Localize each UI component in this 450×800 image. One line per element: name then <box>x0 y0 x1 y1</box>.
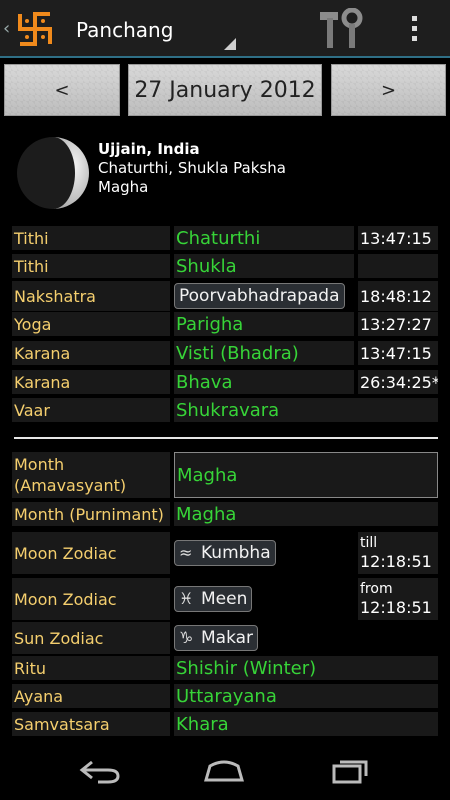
row-label: Karana <box>12 341 170 365</box>
row-label: Month (Amavasyant) <box>12 452 170 498</box>
table-row: Moon Zodiac ♓ Meen from 12:18:51 <box>12 578 438 620</box>
date-navigation: < 27 January 2012 > <box>0 64 450 116</box>
row-label: Nakshatra <box>12 281 170 311</box>
home-nav-icon[interactable] <box>202 756 246 786</box>
time-qualifier: till <box>360 535 378 551</box>
action-bar: ‹ Panchang <box>0 0 450 58</box>
tithi-summary: Chaturthi, Shukla Paksha <box>98 159 286 177</box>
row-value: Meen <box>201 589 248 609</box>
table-row: Tithi Chaturthi 13:47:15 <box>12 226 438 250</box>
table-row: Ritu Shishir (Winter) <box>12 656 438 680</box>
location-place: Ujjain, India <box>98 140 200 158</box>
row-label: Tithi <box>12 254 170 278</box>
date-title-button[interactable]: 27 January 2012 <box>128 64 322 116</box>
nakshatra-value-box[interactable]: Poorvabhadrapada <box>174 281 364 311</box>
row-value: Shishir (Winter) <box>174 656 438 680</box>
back-nav-icon[interactable] <box>78 756 122 786</box>
row-time: 26:34:25* <box>358 370 438 394</box>
table-row: Moon Zodiac ≈ Kumbha till 12:18:51 <box>12 532 438 574</box>
swastika-logo-icon[interactable] <box>16 10 54 48</box>
app-title[interactable]: Panchang <box>76 18 173 42</box>
table-row: Samvatsara Khara <box>12 712 438 736</box>
row-label: Ritu <box>12 656 170 680</box>
back-caret-icon[interactable]: ‹ <box>3 18 10 39</box>
table-row: Vaar Shukravara <box>12 398 438 422</box>
table-row: Month (Purnimant) Magha <box>12 502 438 526</box>
row-value: Chaturthi <box>174 226 354 250</box>
table-row: Yoga Parigha 13:27:27 <box>12 312 438 336</box>
sun-zodiac-chip[interactable]: ♑ Makar <box>174 625 259 651</box>
table-row: Tithi Shukla <box>12 254 438 278</box>
recent-apps-icon[interactable] <box>330 756 374 786</box>
spinner-indicator-icon[interactable] <box>224 38 236 50</box>
tools-icon[interactable] <box>316 8 364 52</box>
section-divider <box>14 437 438 439</box>
row-value[interactable]: Poorvabhadrapada <box>174 283 345 309</box>
moon-zodiac-value-box[interactable]: ♓ Meen <box>174 578 354 620</box>
table-row: Karana Visti (Bhadra) 13:47:15 <box>12 341 438 365</box>
row-value: Parigha <box>174 312 354 336</box>
month-summary: Magha <box>98 178 149 196</box>
table-row: Nakshatra Poorvabhadrapada 18:48:12 <box>12 281 438 311</box>
location-info: Ujjain, India Chaturthi, Shukla Paksha M… <box>98 140 286 197</box>
row-time: 13:27:27 <box>358 312 438 336</box>
moon-zodiac-chip[interactable]: ♓ Meen <box>174 586 253 612</box>
moon-zodiac-value-box[interactable]: ≈ Kumbha <box>174 532 354 574</box>
table-row: Sun Zodiac ♑ Makar <box>12 622 438 654</box>
sun-zodiac-value-box[interactable]: ♑ Makar <box>174 622 354 654</box>
row-label: Samvatsara <box>12 712 170 736</box>
table-row: Month (Amavasyant) Magha <box>12 452 438 498</box>
row-value: Khara <box>174 712 438 736</box>
row-value: Shukravara <box>174 398 438 422</box>
row-time: 12:18:51 <box>360 598 432 617</box>
moon-zodiac-chip[interactable]: ≈ Kumbha <box>174 540 276 566</box>
table-row: Karana Bhava 26:34:25* <box>12 370 438 394</box>
row-time-block: till 12:18:51 <box>358 532 438 574</box>
row-value: Makar <box>201 628 254 648</box>
location-header: Ujjain, India Chaturthi, Shukla Paksha M… <box>0 134 450 218</box>
row-time: 13:47:15 <box>358 341 438 365</box>
next-day-button[interactable]: > <box>331 64 446 116</box>
table-row: Ayana Uttarayana <box>12 684 438 708</box>
row-value: Bhava <box>174 370 354 394</box>
row-value: Kumbha <box>201 543 271 563</box>
row-time: 13:47:15 <box>358 226 438 250</box>
row-value: Uttarayana <box>174 684 438 708</box>
row-time-block: from 12:18:51 <box>358 578 438 620</box>
row-time: 18:48:12 <box>358 281 438 311</box>
row-label: Yoga <box>12 312 170 336</box>
overflow-menu-icon[interactable] <box>404 14 424 44</box>
pisces-icon: ♓ <box>179 589 194 608</box>
moon-phase-icon <box>17 137 89 209</box>
row-value: Visti (Bhadra) <box>174 341 354 365</box>
aquarius-icon: ≈ <box>179 543 193 562</box>
row-value: Magha <box>174 502 438 526</box>
row-label: Tithi <box>12 226 170 250</box>
row-time <box>358 254 438 278</box>
row-value: Shukla <box>174 254 354 278</box>
row-label: Month (Purnimant) <box>12 502 170 526</box>
row-label: Moon Zodiac <box>12 578 170 620</box>
row-label: Moon Zodiac <box>12 532 170 574</box>
time-qualifier: from <box>360 581 393 597</box>
row-label: Vaar <box>12 398 170 422</box>
system-navigation-bar <box>0 742 450 800</box>
capricorn-icon: ♑ <box>179 628 194 647</box>
row-label: Sun Zodiac <box>12 622 170 654</box>
prev-day-button[interactable]: < <box>4 64 120 116</box>
month-amavasyant-value[interactable]: Magha <box>174 452 438 498</box>
row-label: Ayana <box>12 684 170 708</box>
row-label: Karana <box>12 370 170 394</box>
row-time: 12:18:51 <box>360 552 432 571</box>
